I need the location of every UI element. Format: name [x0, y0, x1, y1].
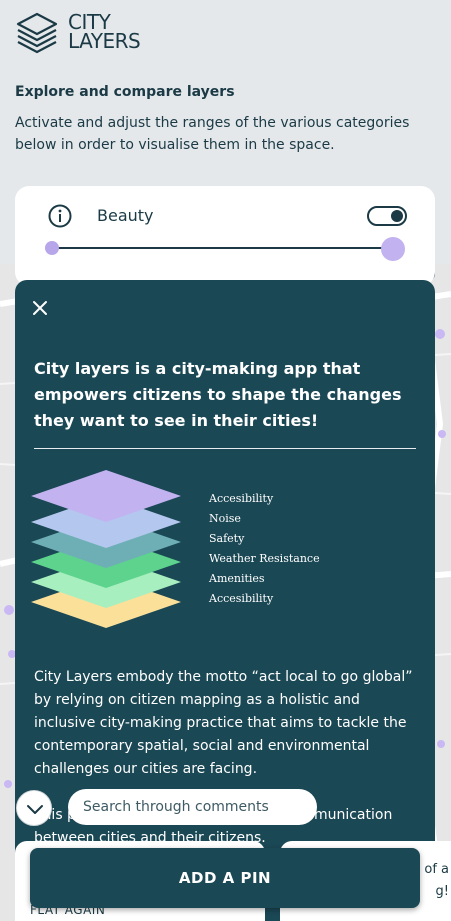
add-pin-button[interactable]: ADD A PIN: [30, 848, 420, 908]
modal-title: City layers is a city-making app that em…: [34, 359, 402, 430]
range-max-handle[interactable]: [381, 237, 405, 261]
range-min-handle[interactable]: [45, 241, 59, 255]
legend-item: Accesibility: [209, 592, 274, 605]
comment-search-input[interactable]: [68, 789, 317, 825]
close-icon[interactable]: [30, 298, 50, 318]
layer-card: Beauty: [15, 186, 435, 286]
app-logo-text: CITY LAYERS: [68, 12, 141, 53]
layers-legend: Accesibility Noise Safety Weather Resist…: [209, 489, 320, 609]
toggle-knob: [391, 210, 403, 222]
legend-item: Safety: [209, 532, 245, 545]
legend-item: Amenities: [209, 572, 265, 585]
legend-item: Weather Resistance: [209, 552, 320, 565]
chevron-down-icon: [27, 805, 43, 814]
layer-toggle[interactable]: [367, 206, 407, 226]
collapse-button[interactable]: [16, 790, 52, 826]
legend-item: Noise: [209, 512, 241, 525]
layer-name: Beauty: [97, 206, 154, 225]
layers-stack-illustration: [31, 470, 181, 628]
modal-body-paragraph: City Layers embody the motto “act local …: [34, 669, 413, 777]
legend-item: Accesibility: [209, 492, 274, 505]
logo-line-2: LAYERS: [68, 29, 141, 53]
modal-divider: [34, 448, 416, 449]
range-track[interactable]: [52, 247, 394, 249]
info-icon[interactable]: [48, 204, 72, 228]
section-description: Activate and adjust the ranges of the va…: [15, 115, 410, 153]
app-header: CITY LAYERS: [0, 0, 451, 64]
logo-icon: [16, 12, 58, 54]
section-title: Explore and compare layers: [15, 84, 235, 100]
